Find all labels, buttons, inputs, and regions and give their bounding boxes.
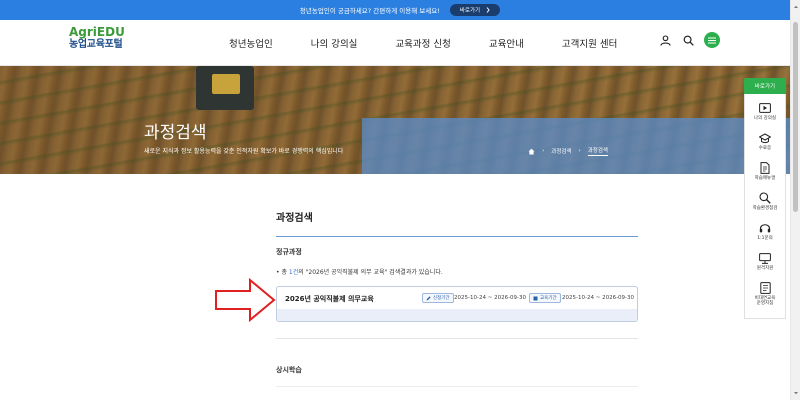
menu-button[interactable] — [704, 32, 720, 48]
quick-item-label: 원격지원 — [756, 266, 774, 271]
top-banner-text: 청년농업인이 궁금하세요? 간편하게 이용해 보세요! — [299, 7, 440, 15]
quick-item-label: 수료증 — [758, 146, 772, 151]
monitor-icon — [758, 252, 772, 264]
chevron-right-icon — [486, 7, 490, 13]
play-icon — [758, 102, 772, 114]
pencil-icon — [426, 295, 431, 300]
breadcrumb-current[interactable]: 과정검색 — [587, 146, 608, 156]
apply-period-date: 2025-10-24 ~ 2026-09-30 — [454, 295, 527, 301]
search-icon[interactable] — [681, 33, 695, 47]
quick-menu: 바로가기 나의 강의실 수료증 학습매뉴얼 학습환경점검 1:1문의 원격지원 … — [744, 78, 786, 332]
top-banner-button[interactable]: 바로가기 — [449, 4, 501, 16]
course-card-footer — [277, 309, 637, 321]
hero-harvester-image — [196, 66, 254, 110]
home-icon[interactable] — [528, 148, 535, 155]
nav-item-edu-info[interactable]: 교육안내 — [489, 36, 524, 50]
search-result-text: • 총 1건의 "2026년 공익직불제 의무 교육" 검색결과가 있습니다. — [276, 267, 443, 276]
document-icon — [758, 162, 772, 174]
hero-banner: 과정검색 새로운 지식과 정보 활용능력을 갖춘 인적자원 확보가 바로 경쟁력… — [0, 66, 790, 174]
graduation-cap-icon — [758, 132, 772, 144]
hamburger-icon — [708, 36, 716, 44]
top-banner: 청년농업인이 궁금하세요? 간편하게 이용해 보세요! 바로가기 — [0, 0, 800, 20]
scroll-thumb[interactable] — [793, 22, 798, 212]
page-scrollbar[interactable] — [790, 0, 800, 400]
quick-menu-header[interactable]: 바로가기 — [744, 78, 786, 94]
magnifier-icon — [758, 192, 772, 204]
red-arrow-icon — [215, 278, 276, 322]
top-banner-button-label: 바로가기 — [459, 8, 481, 14]
result-prefix: • 총 — [276, 269, 289, 276]
logo[interactable]: AgriEDU 농업교육포털 — [69, 26, 125, 50]
quick-item-label: 나의 강의실 — [753, 116, 777, 121]
breadcrumb: › 과정검색 › 과정검색 — [528, 146, 608, 156]
quick-item-remote-support[interactable]: 원격지원 — [745, 252, 785, 282]
breadcrumb-item[interactable]: 과정검색 — [551, 147, 571, 155]
nav-item-course-apply[interactable]: 교육과정 신청 — [395, 36, 450, 50]
logo-bottom-text: 농업교육포털 — [69, 39, 123, 50]
header-icons — [658, 32, 720, 48]
scroll-up-icon[interactable] — [793, 4, 799, 10]
edu-period-badge: 교육기간 — [529, 293, 561, 303]
course-card[interactable]: 2026년 공익직불제 의무교육 신청기간 2025-10-24 ~ 2026-… — [276, 286, 638, 322]
headset-icon — [758, 222, 772, 234]
result-count: 1건 — [288, 269, 299, 276]
section-title-regular: 정규과정 — [276, 248, 302, 256]
breadcrumb-sep-icon: › — [542, 148, 545, 154]
result-suffix: 의 "2026년 공익직불제 의무 교육" 검색결과가 있습니다. — [298, 269, 443, 276]
apply-period-badge: 신청기간 — [422, 293, 454, 303]
section-divider — [276, 338, 638, 339]
quick-item-label: 학습매뉴얼 — [754, 176, 776, 181]
nav-item-young-farmer[interactable]: 청년농업인 — [229, 36, 273, 50]
nav-item-support-center[interactable]: 고객지원 센터 — [562, 36, 617, 50]
quick-item-env-check[interactable]: 학습환경점검 — [745, 192, 785, 222]
title-divider — [276, 236, 638, 237]
quick-menu-body: 나의 강의실 수료증 학습매뉴얼 학습환경점검 1:1문의 원격지원 비대면교육… — [744, 94, 786, 319]
hero-subtitle: 새로운 지식과 정보 활용능력을 갖춘 인적자원 확보가 바로 경쟁력의 핵심입… — [144, 148, 344, 155]
quick-item-label: 학습환경점검 — [752, 206, 778, 211]
guide-icon — [758, 282, 772, 294]
global-nav: 청년농업인 나의 강의실 교육과정 신청 교육안내 고객지원 센터 — [210, 20, 636, 65]
quick-item-inquiry[interactable]: 1:1문의 — [745, 222, 785, 252]
quick-item-manual[interactable]: 학습매뉴얼 — [745, 162, 785, 192]
scroll-down-icon[interactable] — [793, 390, 799, 396]
edu-period-date: 2025-10-24 ~ 2026-09-30 — [562, 295, 635, 301]
nav-item-my-classroom[interactable]: 나의 강의실 — [311, 36, 358, 50]
apply-badge-label: 신청기간 — [433, 296, 450, 301]
quick-item-label: 1:1문의 — [757, 236, 773, 241]
quick-item-certificate[interactable]: 수료증 — [745, 132, 785, 162]
section-title-continuous: 상시학습 — [276, 366, 302, 374]
course-name[interactable]: 2026년 공익직불제 의무교육 — [285, 294, 374, 304]
logo-top-text: AgriEDU — [69, 25, 125, 39]
quick-item-guideline[interactable]: 비대면교육 운영지침 — [745, 282, 785, 318]
edu-badge-label: 교육기간 — [540, 296, 557, 301]
section-divider-2 — [276, 386, 638, 387]
book-icon — [533, 296, 538, 300]
hero-title: 과정검색 — [144, 123, 207, 143]
site-header: AgriEDU 농업교육포털 청년농업인 나의 강의실 교육과정 신청 교육안내… — [0, 20, 800, 66]
page-title: 과정검색 — [276, 213, 313, 224]
quick-item-label: 비대면교육 운영지침 — [754, 296, 776, 307]
breadcrumb-sep-icon: › — [578, 148, 581, 154]
quick-item-my-classroom[interactable]: 나의 강의실 — [745, 102, 785, 132]
user-icon[interactable] — [658, 33, 672, 47]
